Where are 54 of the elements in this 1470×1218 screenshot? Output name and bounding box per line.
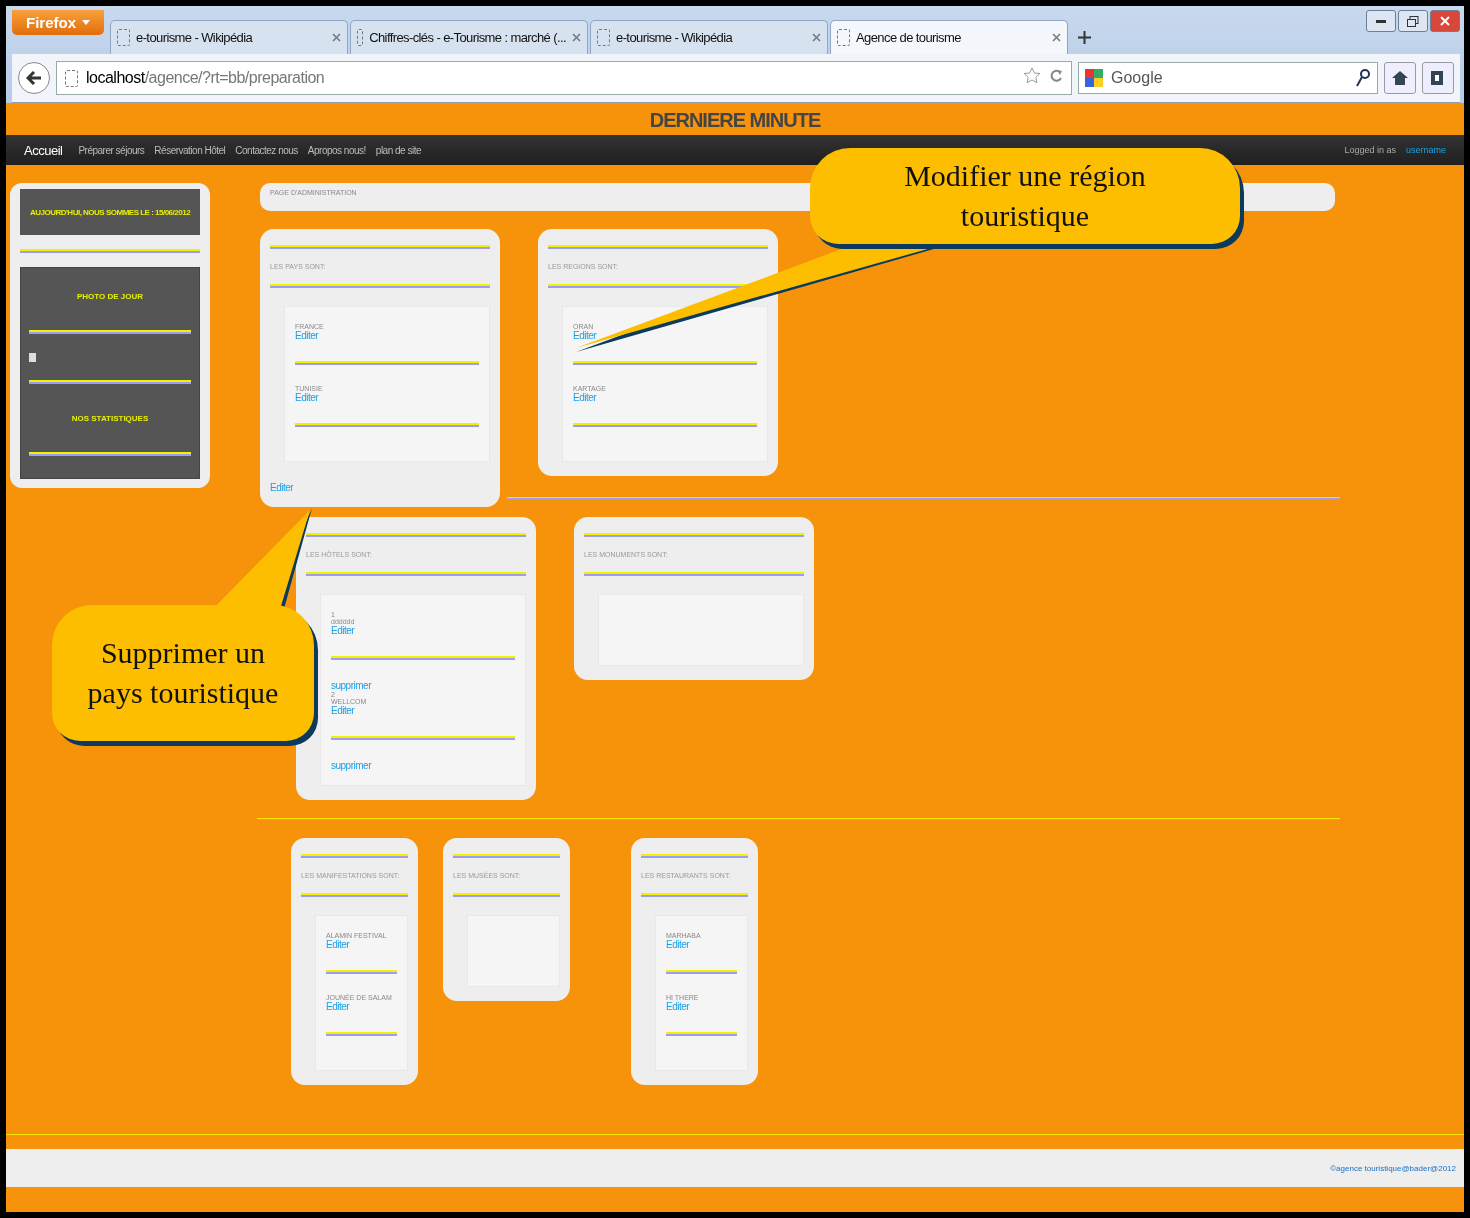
close-icon[interactable]: [1430, 10, 1460, 32]
login-status: Logged in as: [1344, 145, 1396, 155]
edit-link[interactable]: Editer: [666, 1001, 690, 1012]
page-icon: [837, 29, 850, 46]
restore-icon[interactable]: [1398, 10, 1428, 32]
photo-title: PHOTO DE JOUR: [75, 290, 145, 303]
browser-tab[interactable]: Chiffres-clés - e-Tourisme : marché (...: [350, 20, 588, 54]
minimize-icon[interactable]: [1366, 10, 1396, 32]
delete-link[interactable]: supprimer: [331, 680, 371, 691]
nav-link[interactable]: plan de site: [375, 144, 421, 156]
edit-link[interactable]: Editer: [573, 330, 597, 341]
browser-tab[interactable]: e-tourisme - Wikipédia: [110, 20, 348, 54]
site-title: DERNIERE MINUTE: [648, 108, 822, 133]
date-text: AUJOURD'HUI, NOUS SOMMES LE : 15/06/2012: [20, 189, 200, 235]
page-icon: [597, 29, 610, 46]
search-icon[interactable]: [1356, 69, 1370, 87]
nav-link[interactable]: Préparer séjours: [78, 144, 145, 156]
bookmark-icon[interactable]: [1422, 62, 1454, 94]
nav-link[interactable]: Réservation Hôtel: [154, 144, 226, 156]
username-link[interactable]: username: [1405, 145, 1446, 155]
page-icon: [357, 29, 364, 46]
copyright-text: ©agence touristique@bader@2012: [1330, 1163, 1456, 1173]
nav-link[interactable]: Accueil: [24, 142, 63, 158]
home-icon[interactable]: [1384, 62, 1416, 94]
edit-link[interactable]: Editer: [331, 705, 355, 716]
edit-link[interactable]: Editer: [295, 392, 319, 403]
search-field[interactable]: Google: [1078, 62, 1378, 94]
broken-image-icon: [29, 353, 36, 362]
edit-link[interactable]: Editer: [573, 392, 597, 403]
address-bar[interactable]: localhost/agence/?rt=bb/preparation: [56, 61, 1072, 95]
edit-link[interactable]: Editer: [270, 482, 294, 493]
edit-link[interactable]: Editer: [295, 330, 319, 341]
edit-link[interactable]: Editer: [666, 939, 690, 950]
nav-link[interactable]: Apropos nous!: [307, 144, 366, 156]
close-icon[interactable]: [572, 33, 581, 42]
edit-link[interactable]: Editer: [331, 625, 355, 636]
close-icon[interactable]: [332, 33, 341, 42]
close-icon[interactable]: [812, 33, 821, 42]
nav-link[interactable]: Contactez nous: [235, 144, 298, 156]
browser-tab[interactable]: e-tourisme - Wikipédia: [590, 20, 828, 54]
caret-icon: [82, 20, 90, 25]
new-tab-icon[interactable]: [1078, 31, 1091, 44]
close-icon[interactable]: [1052, 33, 1061, 42]
delete-link[interactable]: supprimer: [331, 760, 371, 771]
browser-tab[interactable]: Agence de tourisme: [830, 20, 1068, 54]
back-icon[interactable]: [18, 62, 50, 94]
stats-title: NOS STATISTIQUES: [70, 412, 150, 425]
search-engine-icon: [1085, 69, 1103, 87]
page-icon: [117, 29, 130, 46]
page-icon: [65, 69, 78, 87]
url-text: localhost/agence/?rt=bb/preparation: [86, 69, 325, 87]
edit-link[interactable]: Editer: [326, 939, 350, 950]
edit-link[interactable]: Editer: [326, 1001, 350, 1012]
firefox-menu-button[interactable]: Firefox: [12, 10, 104, 35]
